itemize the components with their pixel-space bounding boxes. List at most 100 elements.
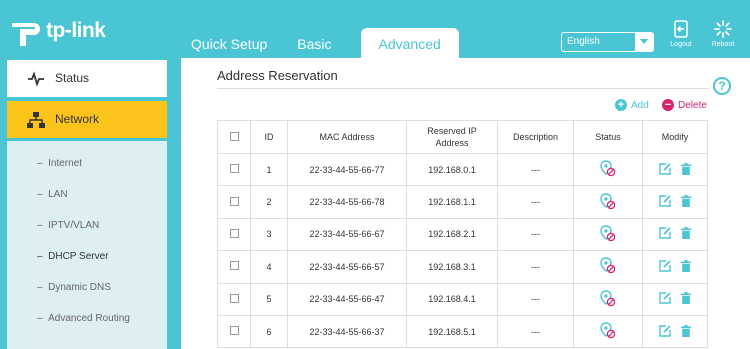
modify-cell	[642, 185, 708, 219]
disabled-status-icon[interactable]	[600, 225, 616, 242]
subnav-item-dhcp-server[interactable]: – DHCP Server	[37, 251, 109, 262]
brand-name: tp-link	[46, 19, 106, 42]
col-modify: Modify	[642, 120, 708, 154]
ip-cell: 192.168.5.1	[406, 314, 498, 349]
reboot-label: Reboot	[711, 41, 735, 48]
row-checkbox[interactable]	[229, 164, 239, 174]
tab-basic[interactable]: Basic	[282, 28, 346, 58]
help-icon[interactable]: ?	[713, 77, 731, 95]
tp-link-logo[interactable]: tp-link	[8, 14, 106, 48]
id-cell: 4	[250, 250, 288, 284]
mac-cell: 22-33-44-55-66-67	[287, 217, 407, 252]
table-row: 5 22-33-44-55-66-47 192.168.4.1 ---	[217, 282, 708, 316]
select-cell	[217, 152, 251, 187]
logout-icon	[674, 20, 688, 38]
title-divider	[217, 88, 709, 89]
description-cell: ---	[497, 282, 574, 316]
add-label: Add	[631, 99, 649, 111]
row-checkbox[interactable]	[229, 293, 239, 303]
id-cell: 1	[250, 152, 288, 187]
reservation-table: ID MAC Address Reserved IP Address Descr…	[217, 120, 708, 349]
tp-link-logo-icon	[12, 23, 40, 46]
subnav-label: LAN	[48, 189, 68, 200]
edit-icon[interactable]	[659, 260, 671, 272]
sidebar-item-label: Network	[55, 112, 100, 126]
minus-icon: −	[662, 99, 674, 111]
description-cell: ---	[497, 314, 574, 349]
disabled-status-icon[interactable]	[600, 160, 616, 177]
mac-cell: 22-33-44-55-66-57	[287, 250, 407, 284]
language-value: English	[567, 36, 600, 47]
select-all-checkbox[interactable]	[229, 131, 239, 141]
subnav-label: Advanced Routing	[48, 313, 130, 324]
select-cell	[217, 250, 251, 284]
description-cell: ---	[497, 185, 574, 219]
ip-cell: 192.168.1.1	[406, 185, 498, 219]
logout-button[interactable]: Logout	[664, 20, 698, 48]
sidebar-item-network[interactable]: Network	[7, 101, 167, 138]
delete-label: Delete	[678, 99, 707, 111]
col-description: Description	[497, 120, 574, 154]
disabled-status-icon[interactable]	[600, 257, 616, 274]
subnav-item-iptv-vlan[interactable]: – IPTV/VLAN	[37, 220, 99, 231]
disabled-status-icon[interactable]	[600, 290, 616, 307]
trash-icon[interactable]	[681, 292, 691, 305]
trash-icon[interactable]	[681, 227, 691, 240]
edit-icon[interactable]	[659, 292, 671, 304]
status-cell	[573, 152, 643, 187]
trash-icon[interactable]	[681, 324, 691, 337]
trash-icon[interactable]	[681, 259, 691, 272]
subnav-label: Internet	[48, 158, 83, 169]
disabled-status-icon[interactable]	[600, 322, 616, 339]
disabled-status-icon[interactable]	[600, 192, 616, 210]
network-icon	[27, 112, 45, 128]
table-row: 3 22-33-44-55-66-67 192.168.2.1 ---	[217, 217, 708, 252]
trash-icon[interactable]	[681, 195, 691, 208]
logout-label: Logout	[670, 41, 692, 48]
delete-button[interactable]: − Delete	[662, 99, 707, 111]
subnav-item-internet[interactable]: – Internet	[37, 158, 82, 169]
sidebar-item-status[interactable]: Status	[7, 60, 167, 97]
description-cell: ---	[497, 250, 574, 284]
reboot-button[interactable]: Reboot	[706, 20, 740, 48]
modify-cell	[642, 250, 708, 284]
table-row: 4 22-33-44-55-66-57 192.168.3.1 ---	[217, 250, 708, 284]
row-checkbox[interactable]	[229, 228, 239, 238]
status-cell	[573, 250, 643, 284]
edit-icon[interactable]	[659, 195, 671, 207]
add-button[interactable]: + Add	[615, 99, 649, 111]
table-header-row: ID MAC Address Reserved IP Address Descr…	[217, 120, 708, 154]
ip-cell: 192.168.0.1	[406, 152, 498, 187]
description-cell: ---	[497, 152, 574, 187]
plus-icon: +	[615, 99, 627, 111]
col-id: ID	[250, 120, 288, 154]
status-cell	[573, 314, 643, 349]
status-cell	[573, 217, 643, 252]
row-checkbox[interactable]	[229, 196, 239, 206]
language-select[interactable]: English	[561, 32, 654, 52]
col-ip: Reserved IP Address	[406, 120, 498, 154]
modify-cell	[642, 152, 708, 187]
subnav-item-lan[interactable]: – LAN	[37, 189, 68, 200]
subnav-item-advanced-routing[interactable]: – Advanced Routing	[37, 313, 130, 324]
edit-icon[interactable]	[659, 162, 671, 175]
tab-advanced[interactable]: Advanced	[360, 28, 459, 58]
subnav-label: Dynamic DNS	[48, 282, 111, 293]
select-cell	[217, 282, 251, 316]
trash-icon[interactable]	[681, 162, 691, 175]
sidebar: Status Network – Internet – LAN – IPTV/V…	[0, 58, 167, 349]
tab-quick-setup[interactable]: Quick Setup	[176, 28, 282, 58]
row-checkbox[interactable]	[229, 261, 239, 271]
select-cell	[217, 185, 251, 219]
mac-cell: 22-33-44-55-66-37	[287, 314, 407, 349]
table-row: 2 22-33-44-55-66-78 192.168.1.1 ---	[217, 185, 708, 219]
subnav-item-dynamic-dns[interactable]: – Dynamic DNS	[37, 282, 111, 293]
chevron-down-icon	[635, 33, 653, 51]
main-content: Address Reservation ? + Add − Delete ID …	[181, 58, 750, 349]
row-checkbox[interactable]	[229, 326, 239, 336]
mac-cell: 22-33-44-55-66-47	[287, 282, 407, 316]
edit-icon[interactable]	[659, 324, 671, 337]
select-cell	[217, 217, 251, 252]
edit-icon[interactable]	[659, 227, 671, 240]
select-cell	[217, 314, 251, 349]
